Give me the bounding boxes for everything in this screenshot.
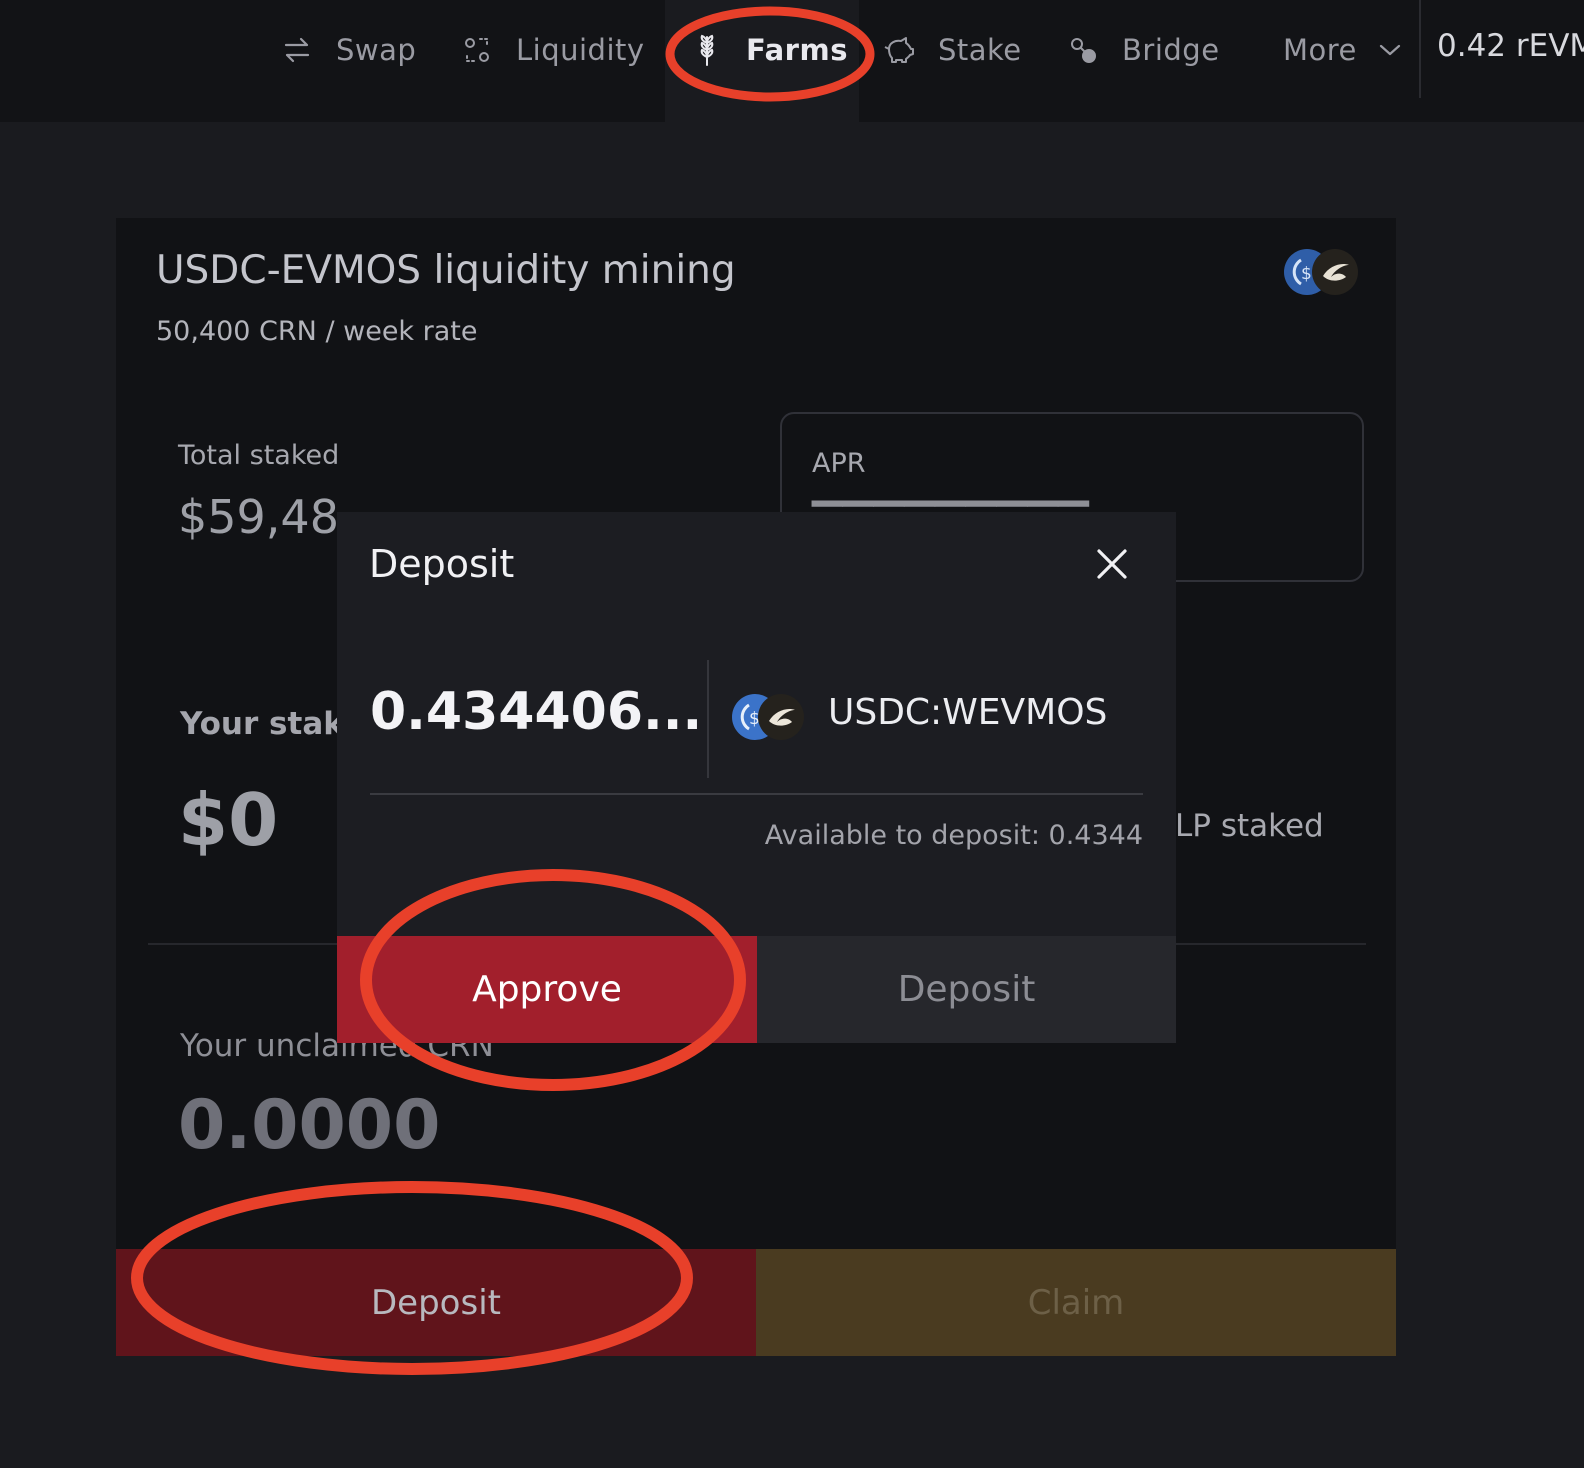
lp-staked-label: LP staked xyxy=(1175,808,1324,844)
deposit-modal: Deposit 0.434406... $ USDC:WEVMOS Availa… xyxy=(337,512,1176,1043)
available-to-deposit[interactable]: Available to deposit: 0.4344 xyxy=(765,820,1143,851)
total-staked-value: $59,48 xyxy=(178,490,339,544)
pair-logo-icon: $ xyxy=(1283,248,1363,296)
field-separator xyxy=(707,660,709,778)
apr-label: APR xyxy=(812,448,866,479)
modal-deposit-button[interactable]: Deposit xyxy=(757,936,1176,1043)
card-claim-button[interactable]: Claim xyxy=(756,1249,1396,1356)
nav-farms[interactable]: Farms xyxy=(690,0,848,100)
wallet-balance[interactable]: 0.42 rEVM xyxy=(1437,28,1584,64)
farm-rate: 50,400 CRN / week rate xyxy=(156,316,478,347)
your-staked-value: $0 xyxy=(178,778,279,862)
your-staked-label: Your stak xyxy=(180,706,344,742)
piggy-bank-icon xyxy=(882,33,916,67)
usdc-wevmos-token-icon: $ xyxy=(731,692,807,742)
swap-arrows-icon xyxy=(280,33,314,67)
nav-liquidity-label: Liquidity xyxy=(516,33,645,67)
nav-swap[interactable]: Swap xyxy=(280,0,416,100)
close-icon[interactable] xyxy=(1092,544,1132,584)
liquidity-icon xyxy=(460,33,494,67)
farm-title: USDC-EVMOS liquidity mining xyxy=(156,248,736,293)
wheat-icon xyxy=(690,33,724,67)
nav-stake-label: Stake xyxy=(938,33,1022,67)
bridge-icon xyxy=(1066,33,1100,67)
token-name[interactable]: USDC:WEVMOS xyxy=(828,692,1107,733)
chevron-down-icon xyxy=(1373,33,1407,67)
svg-text:$: $ xyxy=(1301,264,1312,284)
nav-liquidity[interactable]: Liquidity xyxy=(460,0,645,100)
nav-more[interactable]: More xyxy=(1283,0,1407,100)
nav-swap-label: Swap xyxy=(336,33,417,67)
nav-stake[interactable]: Stake xyxy=(882,0,1022,100)
input-underline xyxy=(370,793,1143,795)
deposit-amount-input[interactable]: 0.434406... xyxy=(370,682,702,742)
nav-more-label: More xyxy=(1283,33,1357,67)
unclaimed-value: 0.0000 xyxy=(178,1086,441,1165)
top-nav: Swap Liquidity Farms Stake Bridge More 0… xyxy=(0,0,1584,122)
approve-button[interactable]: Approve xyxy=(337,936,757,1043)
modal-title: Deposit xyxy=(369,542,515,586)
card-deposit-button[interactable]: Deposit xyxy=(116,1249,756,1356)
nav-bridge-label: Bridge xyxy=(1122,33,1220,67)
nav-farms-label: Farms xyxy=(746,33,848,67)
nav-separator xyxy=(1419,0,1421,98)
nav-bridge[interactable]: Bridge xyxy=(1066,0,1220,100)
total-staked-label: Total staked xyxy=(178,440,340,471)
